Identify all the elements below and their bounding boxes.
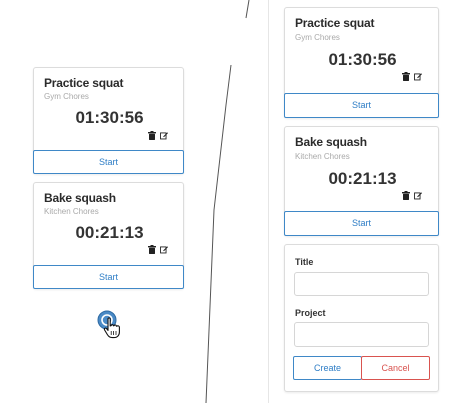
timer-card-practice-squat: Practice squat Gym Chores 01:30:56 Start bbox=[284, 7, 439, 118]
timer-elapsed: 00:21:13 bbox=[75, 223, 144, 242]
timer-elapsed: 00:21:13 bbox=[328, 169, 397, 188]
title-input[interactable] bbox=[294, 272, 429, 296]
start-button[interactable]: Start bbox=[284, 93, 439, 118]
timer-card-practice-squat: Practice squat Gym Chores 01:30:56 Start bbox=[33, 67, 184, 174]
timer-project: Gym Chores bbox=[295, 33, 340, 42]
create-button[interactable]: Create bbox=[293, 356, 362, 380]
timer-actions bbox=[402, 191, 422, 200]
edit-icon[interactable] bbox=[414, 72, 422, 81]
project-input[interactable] bbox=[294, 322, 429, 347]
timer-actions bbox=[148, 245, 168, 254]
timer-project: Gym Chores bbox=[44, 92, 89, 101]
timer-actions bbox=[402, 72, 422, 81]
project-label: Project bbox=[295, 308, 326, 318]
timer-title: Practice squat bbox=[44, 76, 124, 90]
timer-project: Kitchen Chores bbox=[44, 207, 99, 216]
trash-icon[interactable] bbox=[402, 72, 410, 81]
start-button[interactable]: Start bbox=[33, 265, 184, 289]
cancel-button[interactable]: Cancel bbox=[361, 356, 430, 380]
trash-icon[interactable] bbox=[148, 131, 156, 140]
edit-icon[interactable] bbox=[160, 245, 168, 254]
edit-icon[interactable] bbox=[160, 131, 168, 140]
timer-card-bake-squash: Bake squash Kitchen Chores 00:21:13 Star… bbox=[33, 182, 184, 289]
timer-title: Practice squat bbox=[295, 16, 375, 30]
start-button[interactable]: Start bbox=[284, 211, 439, 236]
edit-icon[interactable] bbox=[414, 191, 422, 200]
start-button[interactable]: Start bbox=[33, 150, 184, 174]
timer-title: Bake squash bbox=[44, 191, 116, 205]
timer-actions bbox=[148, 131, 168, 140]
trash-icon[interactable] bbox=[148, 245, 156, 254]
timer-project: Kitchen Chores bbox=[295, 152, 350, 161]
title-label: Title bbox=[295, 257, 314, 267]
timer-elapsed: 01:30:56 bbox=[328, 50, 397, 69]
timer-card-bake-squash: Bake squash Kitchen Chores 00:21:13 Star… bbox=[284, 126, 439, 236]
trash-icon[interactable] bbox=[402, 191, 410, 200]
timer-title: Bake squash bbox=[295, 135, 367, 149]
hand-pointer-icon bbox=[103, 317, 123, 339]
timer-form-card: Title Project Create Cancel bbox=[284, 244, 439, 392]
timer-elapsed: 01:30:56 bbox=[75, 108, 144, 127]
panel-border bbox=[268, 0, 269, 403]
